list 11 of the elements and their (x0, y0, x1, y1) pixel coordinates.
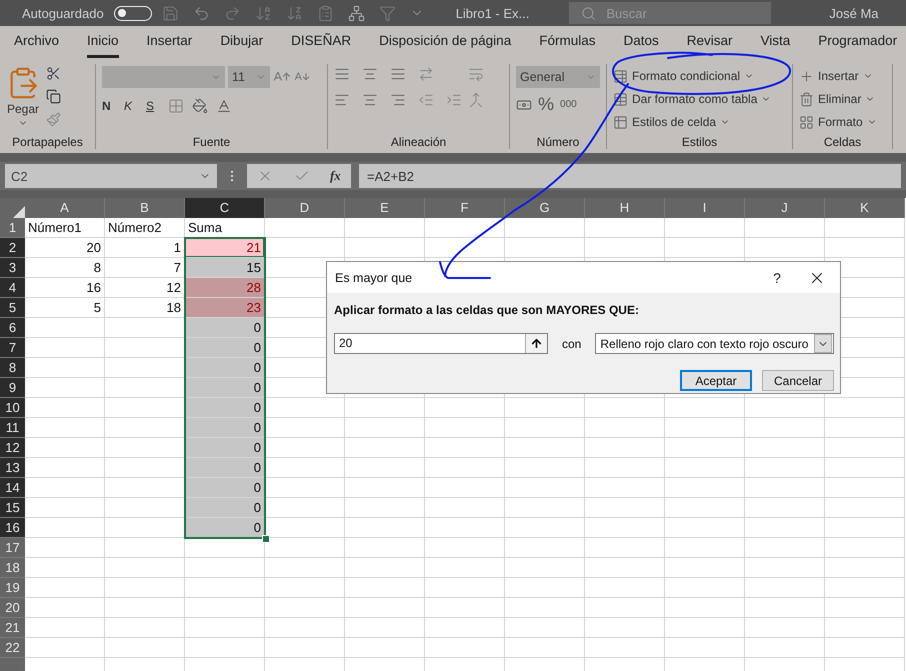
window-title: Libro1 - Ex... (456, 6, 530, 20)
group-label: Estilos (682, 135, 718, 149)
group-label: Número (536, 135, 580, 149)
group-label: Fuente (192, 135, 230, 149)
group-label: Alineación (390, 135, 446, 149)
autosave-label: Autoguardado (22, 6, 104, 20)
group-label: Portapapeles (12, 135, 83, 149)
dialog-prompt: Aplicar formato a las celdas que son MAYORES QUE: (334, 303, 640, 317)
group-label: Celdas (824, 135, 862, 149)
con-label: con (562, 336, 582, 350)
dialog-title: Es mayor que (335, 270, 414, 284)
